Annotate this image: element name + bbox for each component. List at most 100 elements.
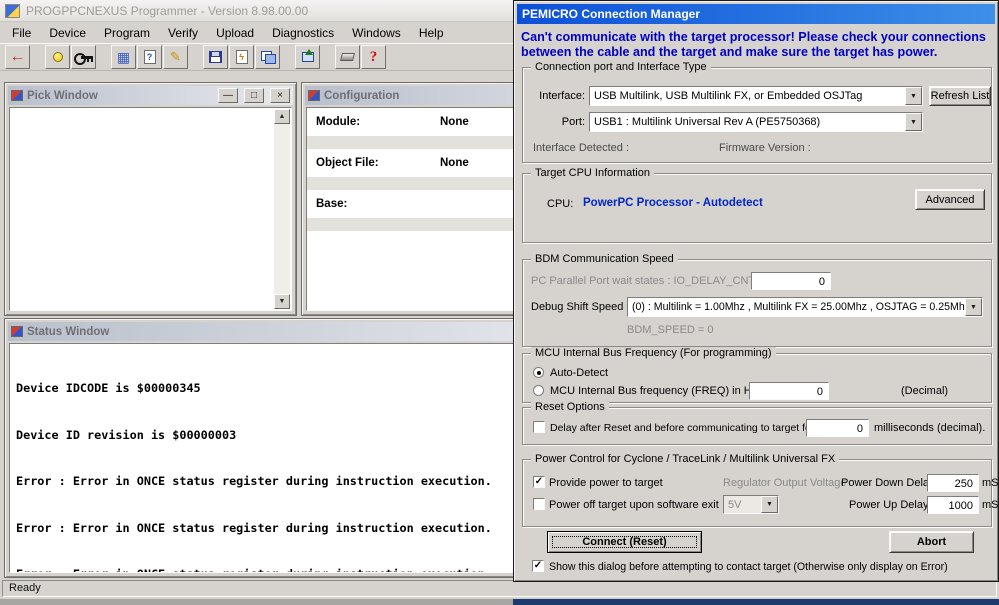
io-delay-input[interactable]: 0 xyxy=(751,272,831,290)
upload-button[interactable] xyxy=(295,45,320,69)
object-file-value: None xyxy=(440,157,469,169)
connect-reset-button[interactable]: Connect (Reset) xyxy=(547,531,702,553)
menu-verify[interactable]: Verify xyxy=(159,24,207,42)
regulator-label: Regulator Output Voltage xyxy=(723,477,847,489)
maximize-icon[interactable]: □ xyxy=(244,88,264,103)
interface-select[interactable]: USB Multilink, USB Multilink FX, or Embe… xyxy=(589,86,923,106)
reset-options-group: Reset Options Delay after Reset and befo… xyxy=(522,401,992,445)
toolbar-separator xyxy=(97,45,111,69)
key-icon xyxy=(73,52,93,65)
program-button[interactable]: ϟ xyxy=(229,45,254,69)
verify-button[interactable] xyxy=(255,45,280,69)
menu-upload[interactable]: Upload xyxy=(207,24,263,42)
pick-window-title-bar[interactable]: Pick Window — □ × xyxy=(8,86,293,105)
help-button[interactable]: ? xyxy=(361,45,386,69)
vertical-scrollbar[interactable]: ▲ ▼ xyxy=(274,109,290,309)
window-bottom-edge xyxy=(0,599,513,605)
status-line: Error : Error in ONCE status register du… xyxy=(16,520,492,535)
power-up-delay-label: Power Up Delay xyxy=(849,499,929,511)
refresh-list-button[interactable]: Refresh List xyxy=(929,86,991,106)
power-off-checkbox[interactable] xyxy=(533,498,545,510)
interface-detected-label: Interface Detected : xyxy=(533,142,629,154)
status-window-title: Status Window xyxy=(27,325,110,338)
port-selected-value: USB1 : Multilink Universal Rev A (PE5750… xyxy=(594,116,821,128)
reset-delay-checkbox[interactable] xyxy=(533,421,545,433)
cpu-value: PowerPC Processor - Autodetect xyxy=(583,197,763,209)
provide-power-label: Provide power to target xyxy=(549,477,663,489)
toolbar-separator xyxy=(321,45,335,69)
chevron-down-icon[interactable]: ▼ xyxy=(761,496,778,513)
chevron-down-icon[interactable]: ▼ xyxy=(965,298,982,316)
abort-button[interactable]: Abort xyxy=(889,531,974,553)
power-up-unit: mS xyxy=(982,499,999,511)
dialog-title-bar[interactable]: PEMICRO Connection Manager xyxy=(517,4,995,24)
parallel-wait-label: PC Parallel Port wait states : IO_DELAY_… xyxy=(531,275,765,287)
advanced-button[interactable]: Advanced xyxy=(915,189,985,210)
reset-delay-input[interactable]: 0 xyxy=(806,419,869,437)
power-down-unit: mS xyxy=(982,477,999,489)
port-select[interactable]: USB1 : Multilink Universal Rev A (PE5750… xyxy=(589,112,923,132)
object-file-button[interactable]: ? xyxy=(137,45,162,69)
edit-button[interactable]: ✎ xyxy=(163,45,188,69)
show-dialog-checkbox[interactable]: ✓ xyxy=(532,560,544,572)
chevron-down-icon[interactable]: ▼ xyxy=(905,113,922,131)
pick-window: Pick Window — □ × ▲ ▼ xyxy=(4,82,297,316)
menu-help[interactable]: Help xyxy=(410,24,453,42)
minimize-icon[interactable]: — xyxy=(218,88,238,103)
debug-shift-select[interactable]: (0) : Multilink = 1.00Mhz , Multilink FX… xyxy=(627,297,983,317)
power-up-delay-input[interactable]: 1000 xyxy=(927,496,979,514)
auto-detect-radio[interactable] xyxy=(533,367,544,378)
decimal-note: (Decimal) xyxy=(901,385,949,397)
pick-window-list[interactable]: ▲ ▼ xyxy=(9,107,292,311)
erase-button[interactable] xyxy=(335,45,360,69)
main-window-title: PROGPPCNEXUS Programmer - Version 8.98.0… xyxy=(26,3,309,18)
scroll-down-icon[interactable]: ▼ xyxy=(274,294,290,309)
toolbar-separator xyxy=(189,45,203,69)
power-down-delay-input[interactable]: 250 xyxy=(927,474,979,492)
lamp-icon xyxy=(52,52,63,62)
status-window-title-bar[interactable]: Status Window — □ × xyxy=(8,322,600,341)
debug-shift-label: Debug Shift Speed = xyxy=(531,301,633,313)
menu-program[interactable]: Program xyxy=(95,24,159,42)
cpu-label: CPU: xyxy=(547,198,574,210)
auto-detect-label: Auto-Detect xyxy=(550,367,609,379)
menu-file[interactable]: File xyxy=(3,24,40,42)
manual-frequency-radio[interactable] xyxy=(533,385,544,396)
pick-module-button[interactable]: ▦ xyxy=(111,45,136,69)
debug-shift-value: (0) : Multilink = 1.00Mhz , Multilink FX… xyxy=(632,301,965,313)
scroll-up-icon[interactable]: ▲ xyxy=(274,109,290,124)
frequency-label: MCU Internal Bus frequency (FREQ) in Hz … xyxy=(550,385,767,397)
frequency-input[interactable]: 0 xyxy=(749,382,829,400)
status-line: Error : Error in ONCE status register du… xyxy=(16,474,492,488)
voltage-select[interactable]: 5V ▼ xyxy=(723,495,779,514)
menu-windows[interactable]: Windows xyxy=(343,24,410,42)
menu-diagnostics[interactable]: Diagnostics xyxy=(263,24,343,42)
module-value: None xyxy=(440,116,469,128)
close-icon[interactable]: × xyxy=(270,88,290,103)
chevron-down-icon[interactable]: ▼ xyxy=(905,87,922,105)
program-lightning-icon: ϟ xyxy=(235,50,248,64)
connection-group: Connection port and Interface Type Inter… xyxy=(522,61,992,163)
upload-window-icon xyxy=(301,49,314,62)
bdm-group-label: BDM Communication Speed xyxy=(531,253,678,265)
module-label: Module: xyxy=(316,116,361,128)
exit-button[interactable]: ← xyxy=(5,45,30,69)
interface-selected-value: USB Multilink, USB Multilink FX, or Embe… xyxy=(594,90,863,102)
key-button[interactable] xyxy=(71,45,96,69)
mcu-frequency-group: MCU Internal Bus Frequency (For programm… xyxy=(522,347,992,403)
status-window-body: Device IDCODE is $00000345 Device ID rev… xyxy=(9,343,599,573)
base-label: Base: xyxy=(316,198,348,210)
menu-device[interactable]: Device xyxy=(40,24,95,42)
windows-icon xyxy=(260,51,276,64)
exit-arrow-icon: ← xyxy=(9,48,26,65)
lamp-button[interactable] xyxy=(45,45,70,69)
object-file-icon: ? xyxy=(143,50,156,64)
reset-group-label: Reset Options xyxy=(531,401,609,413)
save-button[interactable] xyxy=(203,45,228,69)
status-bar-text: Ready xyxy=(2,580,997,597)
provide-power-checkbox[interactable]: ✓ xyxy=(533,476,545,488)
power-off-label: Power off target upon software exit xyxy=(549,499,719,511)
milliseconds-note: milliseconds (decimal). xyxy=(874,422,986,434)
bdm-group: BDM Communication Speed PC Parallel Port… xyxy=(522,253,992,347)
firmware-version-label: Firmware Version : xyxy=(719,142,811,154)
